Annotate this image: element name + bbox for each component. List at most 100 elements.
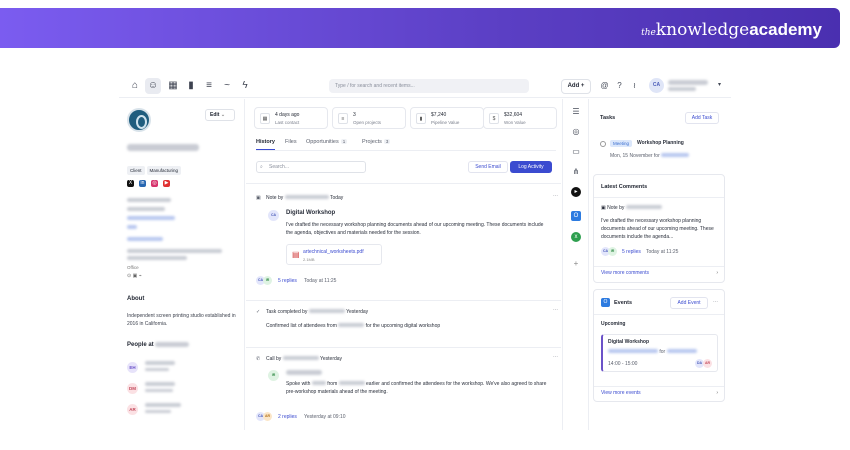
stat-last-contact: ▦ 4 days ago Last contact (254, 107, 328, 129)
check-circle-icon[interactable]: ◎ (571, 127, 581, 137)
tasks-title: Tasks (600, 115, 616, 121)
replies-link[interactable]: 5 replies (278, 278, 297, 284)
play-icon[interactable]: ▸ (571, 187, 581, 197)
help-icon[interactable]: ? (615, 81, 624, 90)
linkedin-icon[interactable]: in (139, 180, 146, 187)
comment-body: I've drafted the necessary workshop plan… (601, 218, 714, 240)
contact-link[interactable] (127, 216, 175, 220)
person-name[interactable] (145, 382, 175, 386)
event-title: Digital Workshop (608, 339, 650, 345)
comments-title: Latest Comments (601, 184, 648, 190)
calendar-icon[interactable]: ▦ (167, 80, 179, 92)
history-search-input[interactable]: ⌕ Search... (256, 161, 366, 173)
user-avatar[interactable]: CA (649, 78, 664, 93)
contact-link[interactable] (127, 225, 137, 229)
call-body: Spoke with from earlier and confirmed th… (286, 381, 547, 395)
file-attachment[interactable]: ▤ artechnical_worksheets.pdf 2.1MB (286, 244, 382, 265)
tab-history[interactable]: History (256, 139, 275, 150)
company-logo (127, 108, 151, 132)
rss-icon[interactable]: ≀ (630, 81, 639, 90)
layers-icon[interactable]: ☰ (571, 107, 581, 117)
event-for: for (608, 349, 697, 355)
person-role (145, 368, 169, 371)
home-icon[interactable]: ⌂ (129, 80, 141, 92)
website-link[interactable] (127, 237, 163, 241)
task-entry: ✓ Task completed by Yesterday ⋯ Confirme… (246, 300, 561, 338)
contacts-icon[interactable]: ☺ (145, 78, 161, 94)
attendee-avatar: AR (703, 359, 712, 368)
event-item[interactable]: Digital Workshop for 14:00 - 15:00 DA AR (601, 334, 718, 372)
reply-time: Today at 11:25 (304, 278, 337, 284)
add-event-button[interactable]: Add Event (670, 297, 708, 309)
outlook-icon: O (601, 298, 610, 307)
instagram-icon[interactable]: ◎ (151, 180, 158, 187)
x-icon[interactable]: X (127, 180, 134, 187)
log-activity-button[interactable]: Log Activity (510, 161, 552, 173)
replies-link[interactable]: 2 replies (278, 414, 297, 420)
bar-chart-icon[interactable]: ▮ (185, 80, 197, 92)
person-avatar[interactable]: EH (127, 362, 138, 373)
more-icon[interactable]: ⋯ (553, 193, 558, 199)
bar-chart-icon: ▮ (416, 113, 426, 124)
more-icon[interactable]: ⋯ (713, 299, 718, 305)
calendar-icon: ▦ (260, 113, 270, 124)
more-icon[interactable]: ⋯ (553, 307, 558, 313)
tag-client: Client (127, 166, 145, 175)
reply-time: Today at 11:25 (646, 249, 679, 255)
tab-opportunities[interactable]: Opportunities 1 (306, 139, 348, 145)
stat-won-value: $ $32,604 Won Value (483, 107, 557, 129)
add-task-button[interactable]: Add Task (685, 112, 719, 124)
history-panel: ▦ 4 days ago Last contact ≡ 3 Open projects … (246, 99, 561, 430)
event-time: 14:00 - 15:00 (608, 361, 638, 367)
edit-button[interactable]: Edit ⌄ (205, 109, 235, 121)
view-more-comments-link[interactable]: View more comments › (594, 266, 724, 278)
trend-icon[interactable]: ~ (221, 80, 233, 92)
flow-icon[interactable]: ⋔ (571, 167, 581, 177)
company-panel: Edit ⌄ Client Manufacturing X in ◎ ▶ Offi… (119, 99, 245, 430)
lightning-icon[interactable]: ϟ (239, 80, 251, 92)
crm-window: ⌂ ☺ ▦ ▮ ≡ ~ ϟ Type / for search and rece… (119, 74, 731, 430)
reply-avatar: AR (263, 412, 272, 421)
task-date: Mon, 15 November for (610, 153, 690, 159)
contact-detail (127, 207, 165, 211)
person-avatar[interactable]: DM (127, 383, 138, 394)
comment-icon[interactable]: ▭ (571, 147, 581, 157)
dollar-icon: $ (489, 113, 499, 124)
global-search-input[interactable]: Type / for search and recent items... (329, 79, 529, 93)
reply-avatar: IR (263, 276, 272, 285)
person-name[interactable] (145, 361, 175, 365)
plus-icon[interactable]: + (571, 259, 581, 269)
address-line (127, 249, 222, 253)
chevron-down-icon[interactable]: ▾ (715, 81, 724, 90)
events-card: O Events Add Event ⋯ Upcoming Digital Wo… (593, 289, 725, 402)
at-icon[interactable]: @ (600, 81, 609, 90)
comment-header: ▣ Note by (601, 205, 662, 211)
office-label: Office (127, 265, 139, 270)
person-name[interactable] (145, 403, 181, 407)
tab-files[interactable]: Files (285, 139, 297, 145)
person-avatar[interactable]: AR (127, 404, 138, 415)
excel-icon[interactable]: x (571, 232, 581, 242)
about-title: About (127, 296, 145, 302)
stat-open-projects: ≡ 3 Open projects (332, 107, 406, 129)
task-title[interactable]: Workshop Planning (637, 139, 684, 147)
view-more-events-link[interactable]: View more events › (594, 386, 724, 398)
tag-manufacturing: Manufacturing (146, 166, 182, 175)
youtube-icon[interactable]: ▶ (163, 180, 170, 187)
note-body: I've drafted the necessary workshop plan… (286, 222, 544, 236)
more-icon[interactable]: ⋯ (553, 354, 558, 360)
tab-projects[interactable]: Projects 3 (362, 139, 391, 145)
side-panel: Tasks Add Task Meeting Workshop Planning… (590, 99, 731, 430)
task-checkbox[interactable] (600, 141, 606, 147)
add-button[interactable]: Add + (561, 79, 591, 94)
company-name (127, 144, 199, 151)
task-body: Confirmed list of attendees from for the… (266, 323, 441, 329)
note-entry: ▣ Note by Today ⋯ CA Digital Workshop I'… (246, 183, 561, 293)
send-email-button[interactable]: Send Email (468, 161, 508, 173)
user-role (668, 87, 696, 91)
list-icon[interactable]: ≡ (203, 80, 215, 92)
outlook-icon[interactable]: O (571, 211, 581, 221)
replies-link[interactable]: 5 replies (622, 249, 641, 255)
about-text: Independent screen printing studio estab… (127, 313, 236, 327)
note-title: Digital Workshop (286, 210, 336, 216)
